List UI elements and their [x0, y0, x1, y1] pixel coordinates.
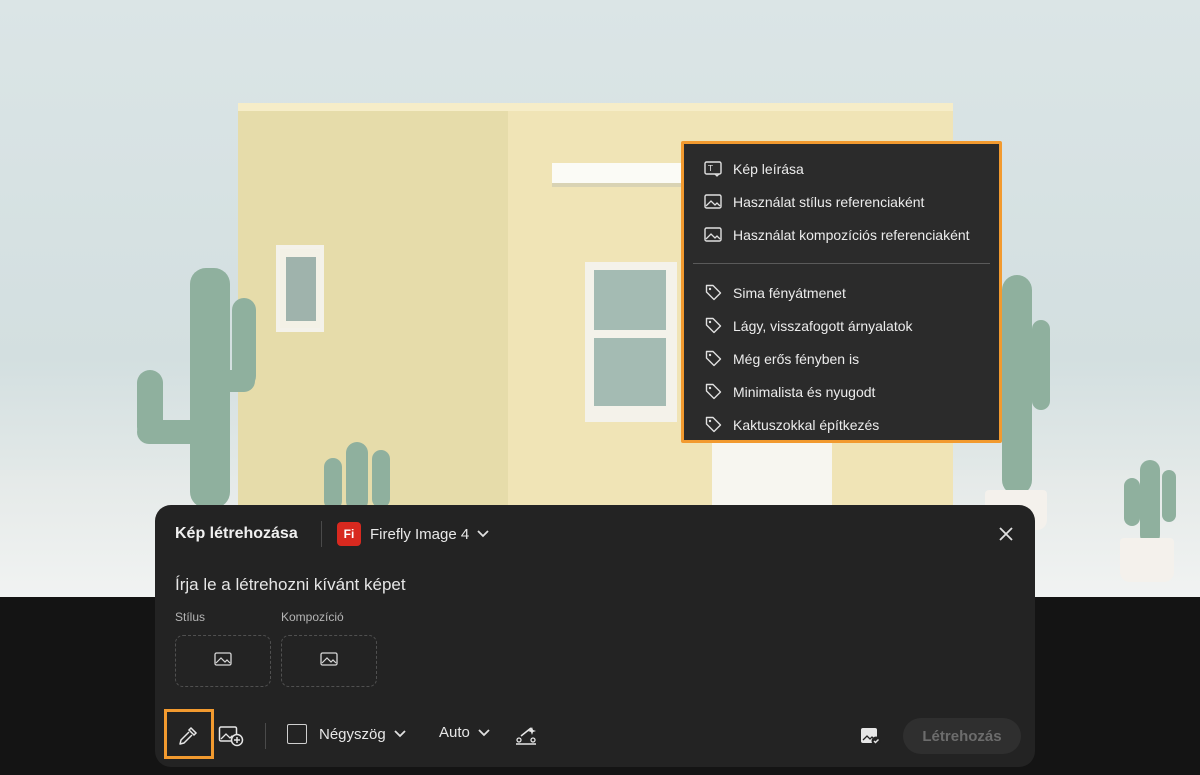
tag-icon [704, 317, 722, 335]
content-type-label: Auto [439, 724, 470, 741]
title-divider [321, 521, 322, 547]
house-door [712, 440, 832, 507]
generate-image-panel: Kép létrehozása Fi Firefly Image 4 Írja … [155, 505, 1035, 767]
menu-item-label: Lágy, visszafogott árnyalatok [733, 317, 913, 334]
menu-item-tag[interactable]: Minimalista és nyugodt [684, 375, 999, 408]
menu-item-label: Kaktuszokkal építkezés [733, 416, 880, 433]
menu-item-use-as-composition-reference[interactable]: Használat kompozíciós referenciaként [684, 218, 999, 251]
menu-item-tag[interactable]: Sima fényátmenet [684, 276, 999, 309]
tag-icon [704, 383, 722, 401]
house-awning [552, 163, 682, 183]
model-name: Firefly Image 4 [370, 525, 470, 543]
tag-icon [704, 350, 722, 368]
image-context-menu: T Kép leírása Használat stílus referenci… [681, 141, 1002, 443]
content-type-dropdown[interactable]: Auto [439, 724, 490, 741]
menu-item-use-as-style-reference[interactable]: Használat stílus referenciaként [684, 185, 999, 218]
generate-button[interactable]: Létrehozás [903, 718, 1021, 754]
menu-item-describe-image[interactable]: T Kép leírása [684, 152, 999, 185]
svg-text:T: T [707, 164, 713, 173]
eyedropper-highlight [164, 709, 214, 759]
menu-item-label: Használat stílus referenciaként [733, 193, 925, 210]
style-reference-dropzone[interactable] [175, 635, 271, 687]
aspect-ratio-label: Négyszög [319, 725, 386, 743]
menu-item-label: Sima fényátmenet [733, 284, 846, 301]
menu-item-tag[interactable]: Kaktuszokkal építkezés [684, 408, 999, 441]
chevron-down-icon [477, 530, 489, 538]
image-icon [704, 193, 722, 211]
toolbar-divider [265, 723, 266, 749]
image-icon [704, 226, 722, 244]
panel-title: Kép létrehozása [175, 525, 298, 542]
aspect-ratio-dropdown[interactable]: Négyszög [287, 724, 406, 744]
menu-item-tag[interactable]: Lágy, visszafogott árnyalatok [684, 309, 999, 342]
menu-item-label: Kép leírása [733, 160, 804, 177]
style-label: Stílus [175, 610, 206, 624]
menu-item-label: Használat kompozíciós referenciaként [733, 226, 970, 243]
house-roof-edge [238, 103, 953, 111]
house-side-window [276, 245, 324, 332]
model-picker[interactable]: Fi Firefly Image 4 [337, 522, 489, 546]
chevron-down-icon [394, 730, 406, 738]
add-image-icon[interactable] [218, 724, 244, 748]
square-shape-icon [287, 724, 307, 744]
tag-icon [704, 284, 722, 302]
firefly-logo-icon: Fi [337, 522, 361, 546]
composition-label: Kompozíció [281, 610, 344, 624]
composition-reference-dropzone[interactable] [281, 635, 377, 687]
menu-item-label: Még erős fényben is [733, 350, 860, 367]
image-icon [320, 651, 338, 671]
describe-image-icon: T [704, 160, 722, 178]
tag-icon [704, 416, 722, 434]
image-icon [214, 651, 232, 671]
image-check-icon[interactable] [858, 724, 882, 748]
menu-item-label: Minimalista és nyugodt [733, 383, 876, 400]
chevron-down-icon [478, 728, 490, 737]
house-front-window [585, 262, 677, 422]
prompt-input[interactable]: Írja le a létrehozni kívánt képet [175, 575, 815, 595]
close-icon[interactable] [995, 523, 1017, 545]
effects-sparkle-icon[interactable] [513, 724, 539, 748]
menu-item-tag[interactable]: Még erős fényben is [684, 342, 999, 375]
menu-divider [693, 263, 990, 264]
